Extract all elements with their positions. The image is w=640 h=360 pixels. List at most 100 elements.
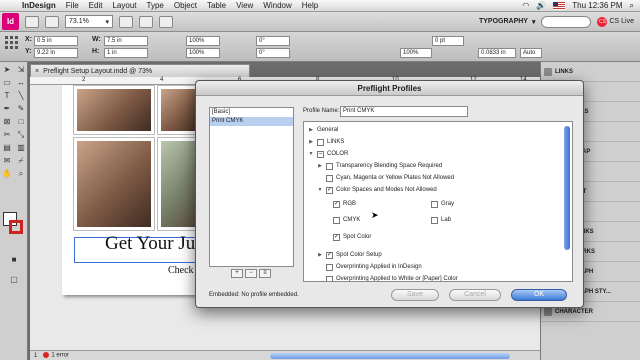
headline-text[interactable]: Get Your Ju — [105, 233, 195, 255]
h-field[interactable]: 1 in — [104, 48, 148, 58]
close-icon[interactable]: × — [35, 68, 39, 75]
photo-frame-woman[interactable] — [73, 137, 155, 231]
workspace-switcher[interactable]: TYPOGRAPHY ▾ — [479, 18, 536, 26]
rectangle-frame-tool-icon[interactable]: ⊠ — [1, 116, 13, 128]
tree-row-overprinting-white[interactable]: Overprinting Applied to White or [Paper]… — [317, 274, 458, 281]
ok-button[interactable]: OK — [511, 289, 567, 301]
page-tool-icon[interactable]: ▭ — [1, 77, 13, 89]
spotlight-icon[interactable]: ⌕ — [630, 1, 634, 11]
x-field[interactable]: 0.5 in — [34, 36, 78, 46]
chevron-right-icon[interactable]: ▶ — [317, 250, 323, 261]
option-lab[interactable]: Lab — [431, 215, 451, 226]
checkbox[interactable] — [431, 217, 438, 224]
horizontal-scrollbar[interactable] — [270, 352, 510, 359]
checkbox[interactable] — [326, 264, 333, 271]
chevron-down-icon[interactable]: ▼ — [317, 185, 323, 196]
tree-row-general[interactable]: ▶ General — [308, 125, 338, 136]
stroke-swatch-icon[interactable] — [9, 220, 23, 234]
checkbox[interactable] — [333, 217, 340, 224]
arrange-documents-icon[interactable] — [159, 15, 173, 28]
menu-object[interactable]: Object — [174, 1, 197, 10]
cancel-button[interactable]: Cancel — [449, 289, 501, 301]
tree-row-overprinting[interactable]: Overprinting Applied in InDesign — [317, 262, 422, 273]
help-search-input[interactable] — [541, 15, 592, 28]
type-tool-icon[interactable]: T — [1, 90, 13, 102]
auto-field[interactable]: Auto — [520, 48, 542, 58]
checkbox-checked[interactable]: ✓ — [333, 234, 340, 241]
document-tab[interactable]: × Preflight Setup Layout.indd @ 73% — [30, 64, 250, 77]
scale-x-field[interactable]: 100% — [186, 36, 220, 46]
tree-row-transparency[interactable]: ▶ Transparency Blending Space Required — [317, 161, 442, 172]
preflight-status[interactable]: 1 error — [43, 352, 69, 359]
shear-field[interactable]: 0° — [256, 48, 290, 58]
view-options-icon[interactable] — [119, 15, 133, 28]
zoom-level-field[interactable]: 73.1% ▾ — [65, 15, 113, 28]
checkbox[interactable] — [326, 163, 333, 170]
subheading-text[interactable]: Check — [168, 265, 194, 276]
clock[interactable]: Thu 12:36 PM — [572, 1, 622, 10]
flag-icon[interactable] — [553, 1, 566, 10]
zoom-tool-icon[interactable]: ⌕ — [15, 168, 27, 180]
checkbox-mixed[interactable]: – — [317, 151, 324, 158]
wifi-icon[interactable]: ◠ — [522, 1, 529, 10]
checkbox[interactable] — [431, 201, 438, 208]
menu-view[interactable]: View — [236, 1, 253, 10]
profile-menu-button[interactable]: ≡ — [259, 269, 271, 278]
normal-view-icon[interactable]: ▢ — [8, 274, 20, 286]
checkbox[interactable] — [326, 175, 333, 182]
checkbox-checked[interactable]: ✓ — [326, 187, 333, 194]
cs-live-button[interactable]: CS CS Live — [597, 16, 634, 27]
panel-links[interactable]: LINKS — [541, 62, 640, 82]
tree-row-links[interactable]: ▶ LINKS — [308, 137, 344, 148]
reference-point-icon[interactable] — [5, 36, 19, 50]
option-gray[interactable]: Gray — [431, 199, 454, 210]
photo-frame-top-left[interactable] — [73, 85, 155, 135]
tree-row-cmy-plates[interactable]: Cyan, Magenta or Yellow Plates Not Allow… — [317, 173, 454, 184]
profile-name-field[interactable]: Print CMYK — [340, 106, 468, 117]
tree-row-spot-color-setup[interactable]: ▶ ✓ Spot Color Setup — [317, 250, 382, 261]
pen-tool-icon[interactable]: ✒ — [1, 103, 13, 115]
selection-tool-icon[interactable]: ➤ — [1, 64, 13, 76]
gradient-tool-icon[interactable]: ▤ — [1, 142, 13, 154]
chevron-right-icon[interactable]: ▶ — [308, 137, 314, 148]
gap-tool-icon[interactable]: ↔ — [15, 77, 27, 89]
note-tool-icon[interactable]: ✉ — [1, 155, 13, 167]
mini-bridge-icon[interactable] — [45, 15, 59, 28]
tree-scrollbar[interactable] — [564, 126, 570, 250]
direct-selection-tool-icon[interactable]: ⇲ — [15, 64, 27, 76]
volume-icon[interactable]: 🔊 — [536, 1, 546, 10]
menu-file[interactable]: File — [66, 1, 79, 10]
opacity-field[interactable]: 100% — [400, 48, 432, 58]
new-profile-button[interactable]: + — [231, 269, 243, 278]
stroke-weight-field[interactable]: 0 pt — [432, 36, 464, 46]
menu-table[interactable]: Table — [207, 1, 226, 10]
hand-tool-icon[interactable]: ✋ — [1, 168, 13, 180]
menu-help[interactable]: Help — [302, 1, 318, 10]
tree-row-color[interactable]: ▼ – COLOR — [308, 149, 348, 160]
screen-mode-icon[interactable] — [139, 15, 153, 28]
scale-y-field[interactable]: 100% — [186, 48, 220, 58]
chevron-down-icon[interactable]: ▼ — [308, 149, 314, 160]
checkbox[interactable] — [326, 276, 333, 281]
profiles-list[interactable]: [Basic] Print CMYK — [209, 107, 294, 267]
tree-row-color-spaces[interactable]: ▼ ✓ Color Spaces and Modes Not Allowed — [317, 185, 437, 196]
menu-window[interactable]: Window — [263, 1, 291, 10]
chevron-right-icon[interactable]: ▶ — [308, 125, 314, 136]
option-rgb[interactable]: ✓ RGB — [333, 199, 356, 210]
menu-layout[interactable]: Layout — [112, 1, 136, 10]
checkbox-checked[interactable]: ✓ — [333, 201, 340, 208]
profile-basic[interactable]: [Basic] — [210, 108, 293, 117]
menu-app[interactable]: InDesign — [22, 1, 56, 10]
scissors-tool-icon[interactable]: ✂ — [1, 129, 13, 141]
option-cmyk[interactable]: CMYK — [333, 215, 360, 226]
rectangle-tool-icon[interactable]: □ — [15, 116, 27, 128]
menu-type[interactable]: Type — [147, 1, 164, 10]
checkbox-checked[interactable]: ✓ — [326, 252, 333, 259]
rotate-field[interactable]: 0° — [256, 36, 290, 46]
page-number[interactable]: 1 — [34, 353, 37, 359]
profile-print-cmyk[interactable]: Print CMYK — [210, 117, 293, 126]
free-transform-tool-icon[interactable]: ⤡ — [15, 129, 27, 141]
eyedropper-tool-icon[interactable]: ⌿ — [15, 155, 27, 167]
w-field[interactable]: 7.5 in — [104, 36, 148, 46]
menu-edit[interactable]: Edit — [89, 1, 103, 10]
